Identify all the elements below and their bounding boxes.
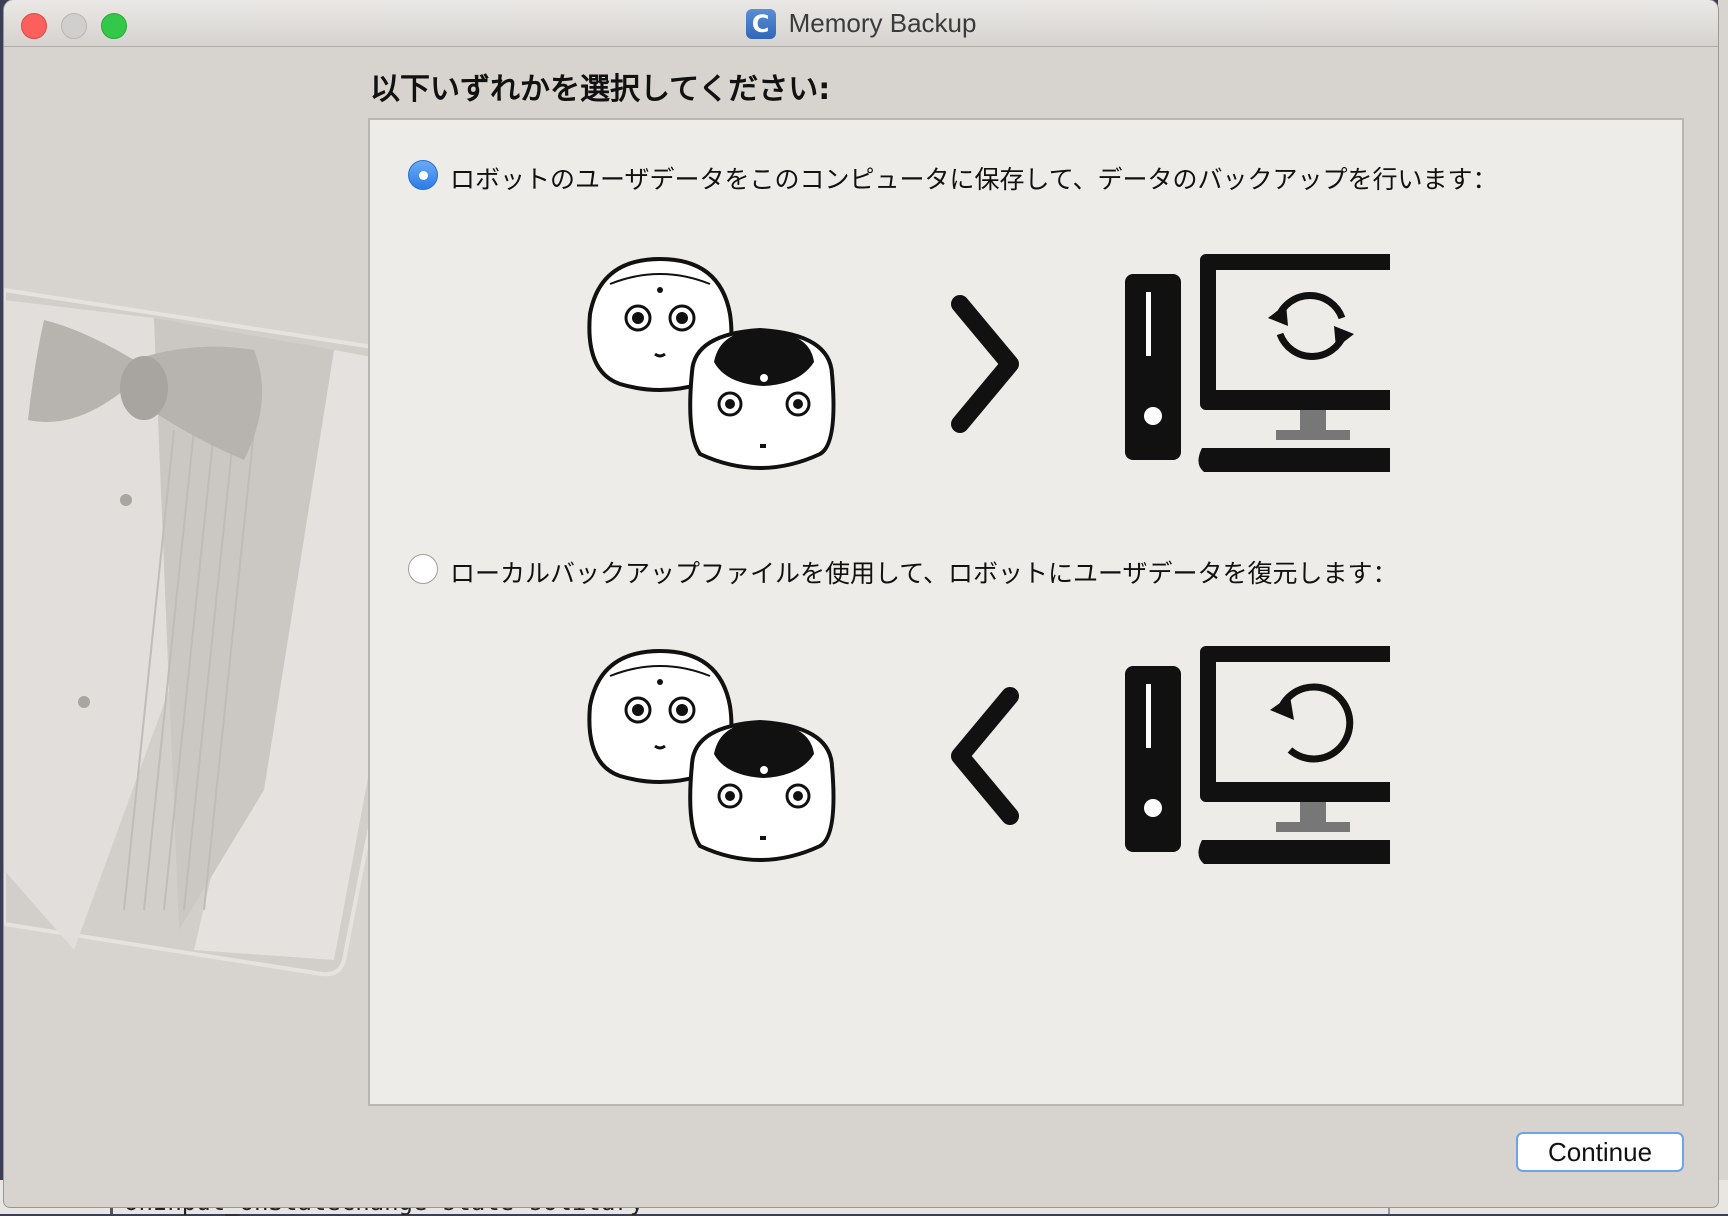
restore-radio[interactable] xyxy=(408,554,438,584)
continue-button[interactable]: Continue xyxy=(1516,1132,1684,1172)
robot-heads-icon xyxy=(587,648,836,862)
restore-option-label[interactable]: ローカルバックアップファイルを使用して、ロボットにユーザデータを復元します： xyxy=(450,554,1398,590)
memory-backup-window: C Memory Backup 以下いずれかを選択してください: ロボットのユー… xyxy=(4,0,1718,1207)
background-window-edge xyxy=(1718,0,1728,1214)
backup-radio[interactable] xyxy=(408,160,438,190)
restore-illustration-icon xyxy=(587,646,1390,864)
computer-icon xyxy=(1125,254,1390,472)
computer-icon xyxy=(1125,646,1390,864)
backup-option-label[interactable]: ロボットのユーザデータをこのコンピュータに保存して、データのバックアップを行いま… xyxy=(450,160,1498,196)
backup-illustration-icon xyxy=(587,254,1390,472)
title-wrap: C Memory Backup xyxy=(4,8,1718,39)
app-icon: C xyxy=(745,8,776,39)
arrow-right-icon xyxy=(951,295,1019,433)
robot-heads-icon xyxy=(587,256,836,470)
title-bar[interactable]: C Memory Backup xyxy=(4,0,1718,47)
page-heading: 以下いずれかを選択してください: xyxy=(370,72,831,107)
arrow-left-icon xyxy=(951,687,1019,825)
window-title: Memory Backup xyxy=(788,8,977,38)
options-panel: ロボットのユーザデータをこのコンピュータに保存して、データのバックアップを行いま… xyxy=(368,118,1684,1106)
